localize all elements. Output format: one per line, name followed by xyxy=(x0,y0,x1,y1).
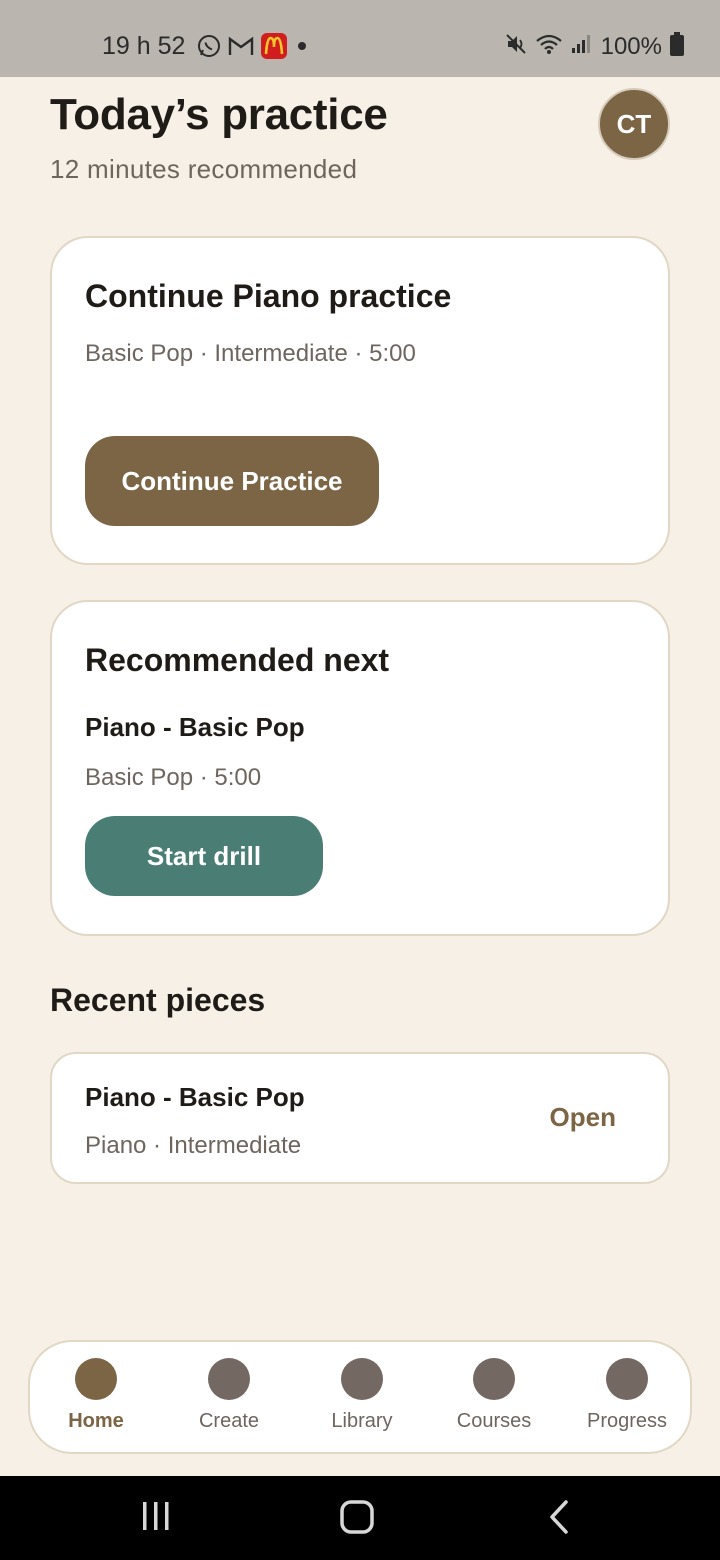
whatsapp-icon xyxy=(197,34,221,63)
battery-icon xyxy=(670,32,684,61)
signal-icon xyxy=(571,33,593,60)
page-title: Today’s practice xyxy=(50,90,388,139)
mcdonalds-icon xyxy=(261,33,287,64)
continue-card-title: Continue Piano practice xyxy=(85,278,452,314)
nav-label: Create xyxy=(198,1410,260,1432)
page-subtitle: 12 minutes recommended xyxy=(50,154,358,184)
battery-percent: 100% xyxy=(600,32,662,60)
list-item[interactable]: Piano - Basic Pop Piano · Intermediate O… xyxy=(50,1052,670,1184)
courses-icon xyxy=(473,1358,515,1400)
progress-icon xyxy=(606,1358,648,1400)
nav-item-progress[interactable]: Progress xyxy=(567,1358,687,1433)
nav-label: Home xyxy=(68,1410,124,1432)
mute-icon xyxy=(505,33,527,60)
gmail-icon xyxy=(228,35,254,62)
dot-icon xyxy=(294,38,310,59)
status-bar: 19 h 52 100% xyxy=(0,0,720,77)
continue-practice-card: Continue Piano practice Basic Pop · Inte… xyxy=(50,236,670,565)
notification-icons xyxy=(197,33,310,64)
avatar[interactable]: CT xyxy=(598,88,670,160)
continue-practice-button[interactable]: Continue Practice xyxy=(85,436,379,526)
recents-icon[interactable] xyxy=(140,1498,172,1539)
status-time: 19 h 52 xyxy=(102,32,186,60)
recommended-card-title: Recommended next xyxy=(85,642,390,678)
nav-label: Courses xyxy=(456,1410,532,1432)
create-icon xyxy=(208,1358,250,1400)
recommended-piece-title: Piano - Basic Pop xyxy=(85,712,305,742)
back-icon[interactable] xyxy=(544,1498,574,1541)
wifi-icon xyxy=(535,33,563,60)
recommended-piece-meta: Basic Pop · 5:00 xyxy=(85,764,262,791)
nav-label: Library xyxy=(331,1410,393,1432)
nav-item-library[interactable]: Library xyxy=(302,1358,422,1433)
recent-piece-meta: Piano · Intermediate xyxy=(85,1132,302,1159)
recent-pieces-heading: Recent pieces xyxy=(50,982,266,1018)
library-icon xyxy=(341,1358,383,1400)
home-button-icon[interactable] xyxy=(338,1498,376,1541)
continue-card-meta: Basic Pop · Intermediate · 5:00 xyxy=(85,340,416,367)
recent-piece-title: Piano - Basic Pop xyxy=(85,1082,305,1112)
open-button[interactable]: Open xyxy=(550,1102,616,1133)
system-status-icons: 100% xyxy=(505,32,684,61)
home-icon xyxy=(75,1358,117,1400)
nav-label: Progress xyxy=(586,1410,668,1432)
nav-item-home[interactable]: Home xyxy=(36,1358,156,1433)
bottom-navigation: Home Create Library Courses Progress xyxy=(28,1340,692,1454)
nav-item-courses[interactable]: Courses xyxy=(434,1358,554,1433)
system-navigation-bar xyxy=(0,1476,720,1560)
nav-item-create[interactable]: Create xyxy=(169,1358,289,1433)
recommended-next-card: Recommended next Piano - Basic Pop Basic… xyxy=(50,600,670,936)
start-drill-button[interactable]: Start drill xyxy=(85,816,323,896)
